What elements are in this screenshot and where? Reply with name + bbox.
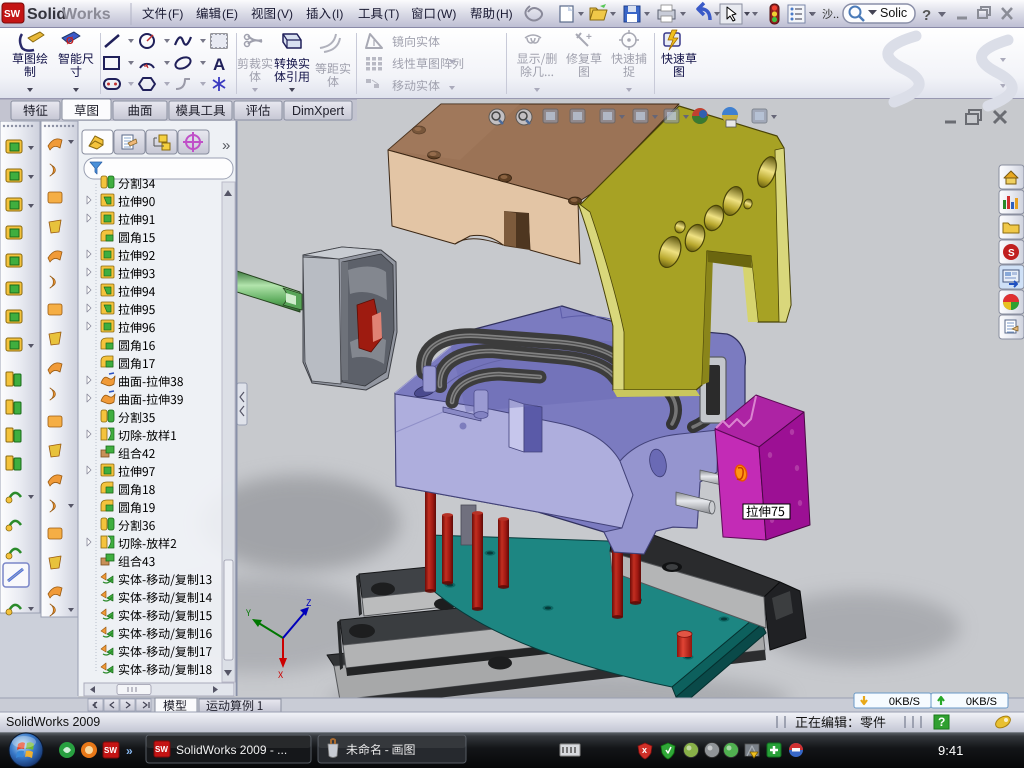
svg-text:?: ? xyxy=(938,715,945,729)
svg-text:(W): (W) xyxy=(437,7,456,21)
svg-text:(F): (F) xyxy=(168,7,183,21)
svg-text:SW: SW xyxy=(4,9,21,20)
svg-text:(V): (V) xyxy=(277,7,293,21)
svg-text:x: x xyxy=(642,745,647,755)
svg-text:0KB/S: 0KB/S xyxy=(966,696,997,708)
svg-text:A: A xyxy=(213,55,225,74)
svg-text:(H): (H) xyxy=(496,7,513,21)
svg-text:+: + xyxy=(586,32,592,43)
svg-text:SW: SW xyxy=(104,746,117,755)
svg-text:»: » xyxy=(126,744,133,758)
svg-text:Solid: Solid xyxy=(27,6,66,23)
svg-text:SolidWorks 2009 - ...: SolidWorks 2009 - ... xyxy=(176,743,287,757)
svg-text:S: S xyxy=(1008,248,1015,259)
svg-text:9:41: 9:41 xyxy=(938,743,963,758)
svg-text:?: ? xyxy=(922,7,931,24)
svg-text:(I): (I) xyxy=(332,7,343,21)
svg-text:(T): (T) xyxy=(384,7,399,21)
svg-text:SW: SW xyxy=(155,745,168,754)
svg-text:SolidWorks 2009: SolidWorks 2009 xyxy=(6,715,100,729)
svg-text:»: » xyxy=(222,137,230,154)
svg-text:Ø: Ø xyxy=(66,36,74,47)
svg-text:Solic: Solic xyxy=(880,6,907,20)
svg-text:DimXpert: DimXpert xyxy=(292,104,345,118)
svg-text:0KB/S: 0KB/S xyxy=(889,696,920,708)
svg-text:(E): (E) xyxy=(222,7,238,21)
svg-text:Works: Works xyxy=(62,6,111,23)
